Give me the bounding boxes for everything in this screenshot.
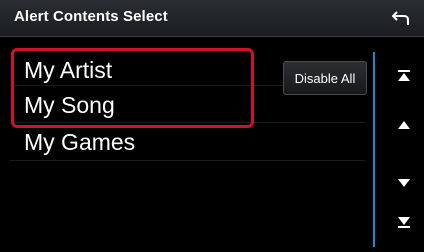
disable-all-button[interactable]: Disable All xyxy=(283,61,367,95)
back-arrow-icon xyxy=(392,11,409,25)
back-button[interactable] xyxy=(378,0,424,36)
scroll-down-button[interactable] xyxy=(384,164,424,200)
list-item-my-games[interactable]: My Games xyxy=(24,129,135,156)
row-divider xyxy=(10,160,365,161)
scroll-up-button[interactable] xyxy=(384,107,424,143)
scrollbar[interactable] xyxy=(373,52,375,247)
page-title: Alert Contents Select xyxy=(14,8,168,25)
scroll-bottom-button[interactable] xyxy=(384,204,424,240)
scroll-down-icon xyxy=(398,178,410,187)
scroll-top-icon xyxy=(398,70,410,81)
selection-highlight xyxy=(11,48,254,128)
scroll-controls xyxy=(384,52,424,252)
scroll-bottom-icon xyxy=(398,217,410,228)
header-bar: Alert Contents Select xyxy=(0,0,424,37)
scroll-top-button[interactable] xyxy=(384,58,424,94)
scroll-up-icon xyxy=(398,120,410,129)
